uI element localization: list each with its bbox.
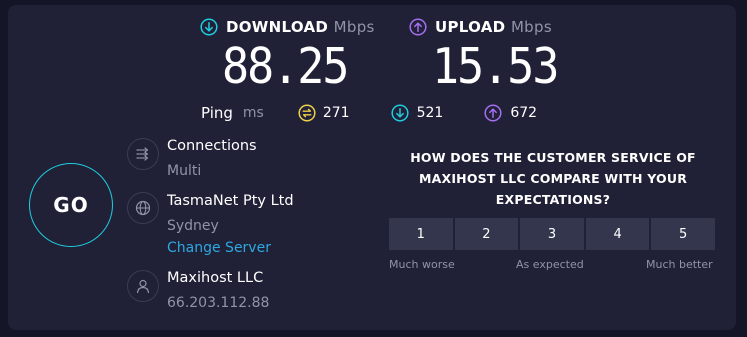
upload-arrow-circle-icon bbox=[409, 18, 427, 36]
host-name: Maxihost LLC bbox=[167, 270, 264, 286]
ping-unit: ms bbox=[242, 105, 264, 121]
download-label: DOWNLOAD bbox=[226, 18, 329, 36]
connections-arrows-icon bbox=[136, 147, 149, 161]
download-arrow-circle-icon bbox=[200, 18, 218, 36]
change-server-link[interactable]: Change Server bbox=[167, 240, 271, 256]
survey-option-2[interactable]: 2 bbox=[454, 218, 519, 250]
upload-header: UPLOAD Mbps bbox=[409, 18, 552, 36]
host-icon-wrap bbox=[127, 270, 159, 302]
upload-value: 15.53 bbox=[432, 37, 559, 95]
download-header: DOWNLOAD Mbps bbox=[200, 18, 375, 36]
go-label: GO bbox=[53, 193, 89, 217]
upload-unit: Mbps bbox=[510, 18, 552, 36]
isp-icon-wrap bbox=[127, 192, 159, 224]
survey-high-label: Much better bbox=[646, 258, 713, 271]
ping-label: Ping bbox=[201, 104, 233, 122]
survey-low-label: Much worse bbox=[389, 258, 455, 271]
globe-icon bbox=[135, 200, 151, 216]
connections-value[interactable]: Multi bbox=[167, 163, 201, 179]
go-button[interactable]: GO bbox=[29, 163, 113, 247]
isp-name: TasmaNet Pty Ltd bbox=[167, 193, 294, 209]
survey-mid-label: As expected bbox=[516, 258, 584, 271]
jitter-circle-icon bbox=[298, 104, 316, 122]
survey-option-4[interactable]: 4 bbox=[585, 218, 650, 250]
survey-question: HOW DOES THE CUSTOMER SERVICE OF MAXIHOS… bbox=[410, 150, 696, 207]
ping-download-value: 521 bbox=[416, 105, 444, 121]
ping-idle-value: 271 bbox=[322, 105, 350, 121]
connections-icon-wrap bbox=[127, 138, 159, 170]
survey-option-3[interactable]: 3 bbox=[520, 218, 584, 250]
download-unit: Mbps bbox=[333, 18, 375, 36]
download-value: 88.25 bbox=[222, 37, 349, 95]
survey-option-5[interactable]: 5 bbox=[651, 218, 715, 250]
download-arrow-circle-icon bbox=[391, 104, 409, 122]
user-icon bbox=[136, 279, 150, 294]
upload-label: UPLOAD bbox=[435, 18, 506, 36]
survey-scale: 1 2 3 4 5 bbox=[389, 218, 715, 250]
ping-row: Ping ms 271 521 672 bbox=[201, 103, 537, 123]
upload-arrow-circle-icon bbox=[484, 104, 502, 122]
isp-location: Sydney bbox=[167, 218, 219, 234]
connections-title: Connections bbox=[167, 138, 257, 154]
ping-upload-value: 672 bbox=[510, 105, 538, 121]
survey-option-1[interactable]: 1 bbox=[389, 218, 453, 250]
host-ip: 66.203.112.88 bbox=[167, 295, 270, 311]
